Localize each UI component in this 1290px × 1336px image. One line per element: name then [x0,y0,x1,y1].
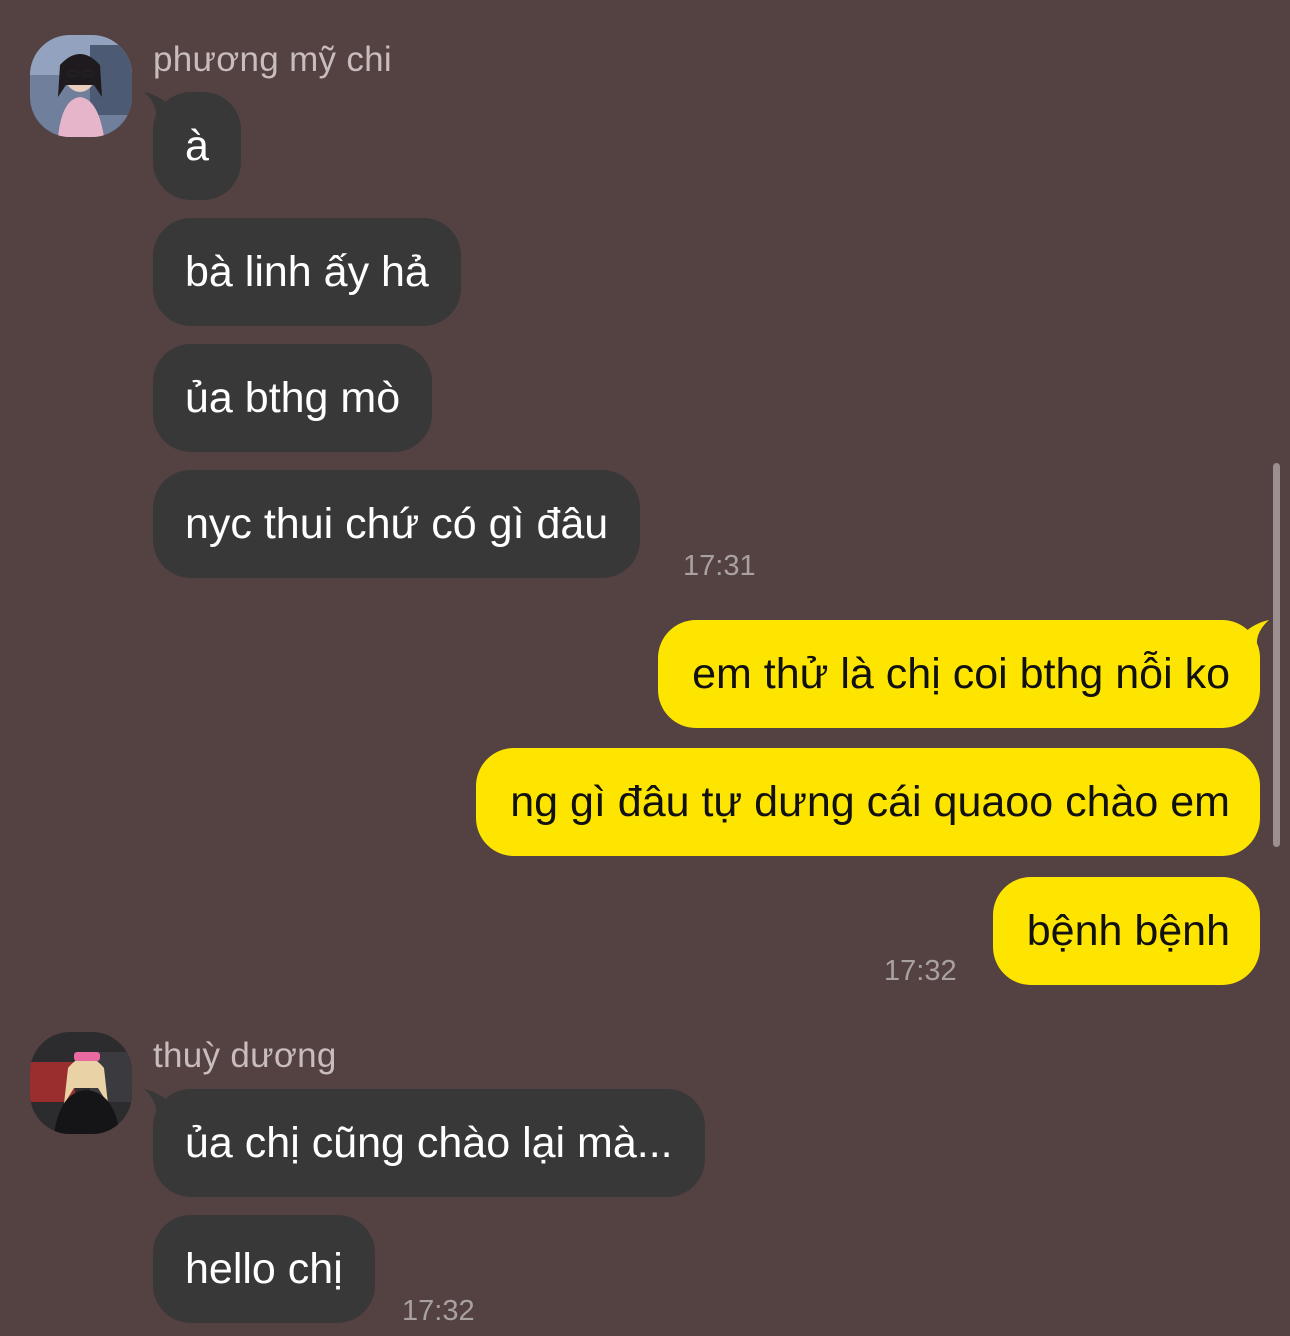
message-bubble[interactable]: ủa bthg mò [153,344,433,452]
message-bubble[interactable]: ủa chị cũng chào lại mà... [153,1089,705,1197]
sender-name: thuỳ dương [153,1036,337,1075]
avatar[interactable] [30,35,132,137]
message-bubble[interactable]: ng gì đâu tự dưng cái quaoo chào em [476,748,1260,856]
message-bubble[interactable]: bà linh ấy hả [153,218,461,326]
avatar-photo-icon [30,35,132,137]
scrollbar-thumb[interactable] [1273,463,1280,847]
message-timestamp: 17:32 [402,1295,475,1327]
message-timestamp: 17:32 [884,955,957,987]
message-timestamp: 17:31 [683,550,756,582]
message-bubble[interactable]: bệnh bệnh [992,877,1260,985]
avatar-photo-icon [30,1032,132,1134]
message-bubble[interactable]: nyc thui chứ có gì đâu [153,470,641,578]
message-bubble[interactable]: hello chị [153,1215,375,1323]
sender-name: phương mỹ chi [153,40,392,79]
message-bubble[interactable]: em thử là chị coi bthg nỗi ko [658,620,1260,728]
avatar[interactable] [30,1032,132,1134]
message-bubble[interactable]: à [153,92,241,200]
